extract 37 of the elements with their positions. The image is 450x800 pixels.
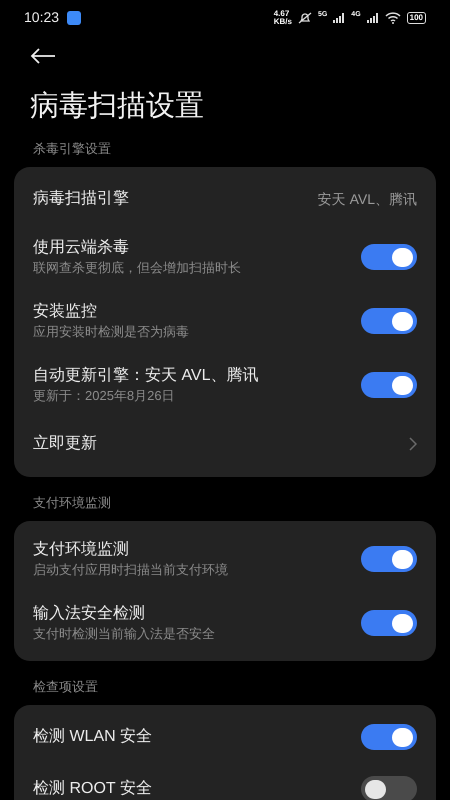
setting-label: 输入法安全检测 <box>33 604 146 624</box>
toggle-switch[interactable] <box>361 610 417 636</box>
toggle-switch[interactable] <box>361 724 417 750</box>
notification-app-icon <box>67 10 82 24</box>
setting-label: 自动更新引擎：安天 AVL、腾讯 <box>33 366 258 386</box>
signal-icon <box>333 12 346 22</box>
setting-description: 支付时检测当前输入法是否安全 <box>33 625 215 643</box>
toggle-switch[interactable] <box>361 244 417 270</box>
setting-value: 安天 AVL、腾讯 <box>318 190 417 208</box>
toggle-switch[interactable] <box>361 546 417 572</box>
toggle-switch[interactable] <box>361 776 417 800</box>
setting-description: 启动支付应用时扫描当前支付环境 <box>33 561 228 579</box>
setting-label: 支付环境监测 <box>33 540 130 560</box>
section-header: 杀毒引擎设置 <box>32 140 112 158</box>
wifi-icon <box>384 12 401 24</box>
setting-description: 联网查杀更彻底，但会增加扫描时长 <box>33 259 241 277</box>
setting-description: 应用安装时检测是否为病毒 <box>33 323 189 341</box>
setting-description: 更新于：2025年8月26日 <box>33 387 176 405</box>
muted-bell-icon <box>298 12 312 24</box>
setting-label: 检测 WLAN 安全 <box>33 726 152 747</box>
status-time: 10:23 <box>24 8 60 27</box>
back-arrow-icon[interactable] <box>30 48 56 64</box>
section-header: 检查项设置 <box>32 678 99 696</box>
setting-label: 检测 ROOT 安全 <box>33 778 152 799</box>
network-speed-value: 4.67 <box>274 10 290 18</box>
setting-label: 使用云端杀毒 <box>33 238 130 258</box>
setting-label: 安装监控 <box>33 302 98 322</box>
setting-label: 立即更新 <box>33 434 97 454</box>
network-speed-unit: KB/s <box>274 18 292 26</box>
toggle-switch[interactable] <box>361 372 417 398</box>
setting-label: 病毒扫描引擎 <box>33 188 129 209</box>
section-header: 支付环境监测 <box>32 494 112 512</box>
signal-icon <box>366 12 379 22</box>
chevron-right-icon <box>409 437 417 451</box>
battery-indicator: 100 <box>406 12 426 24</box>
page-title: 病毒扫描设置 <box>29 89 205 124</box>
toggle-switch[interactable] <box>361 308 417 334</box>
